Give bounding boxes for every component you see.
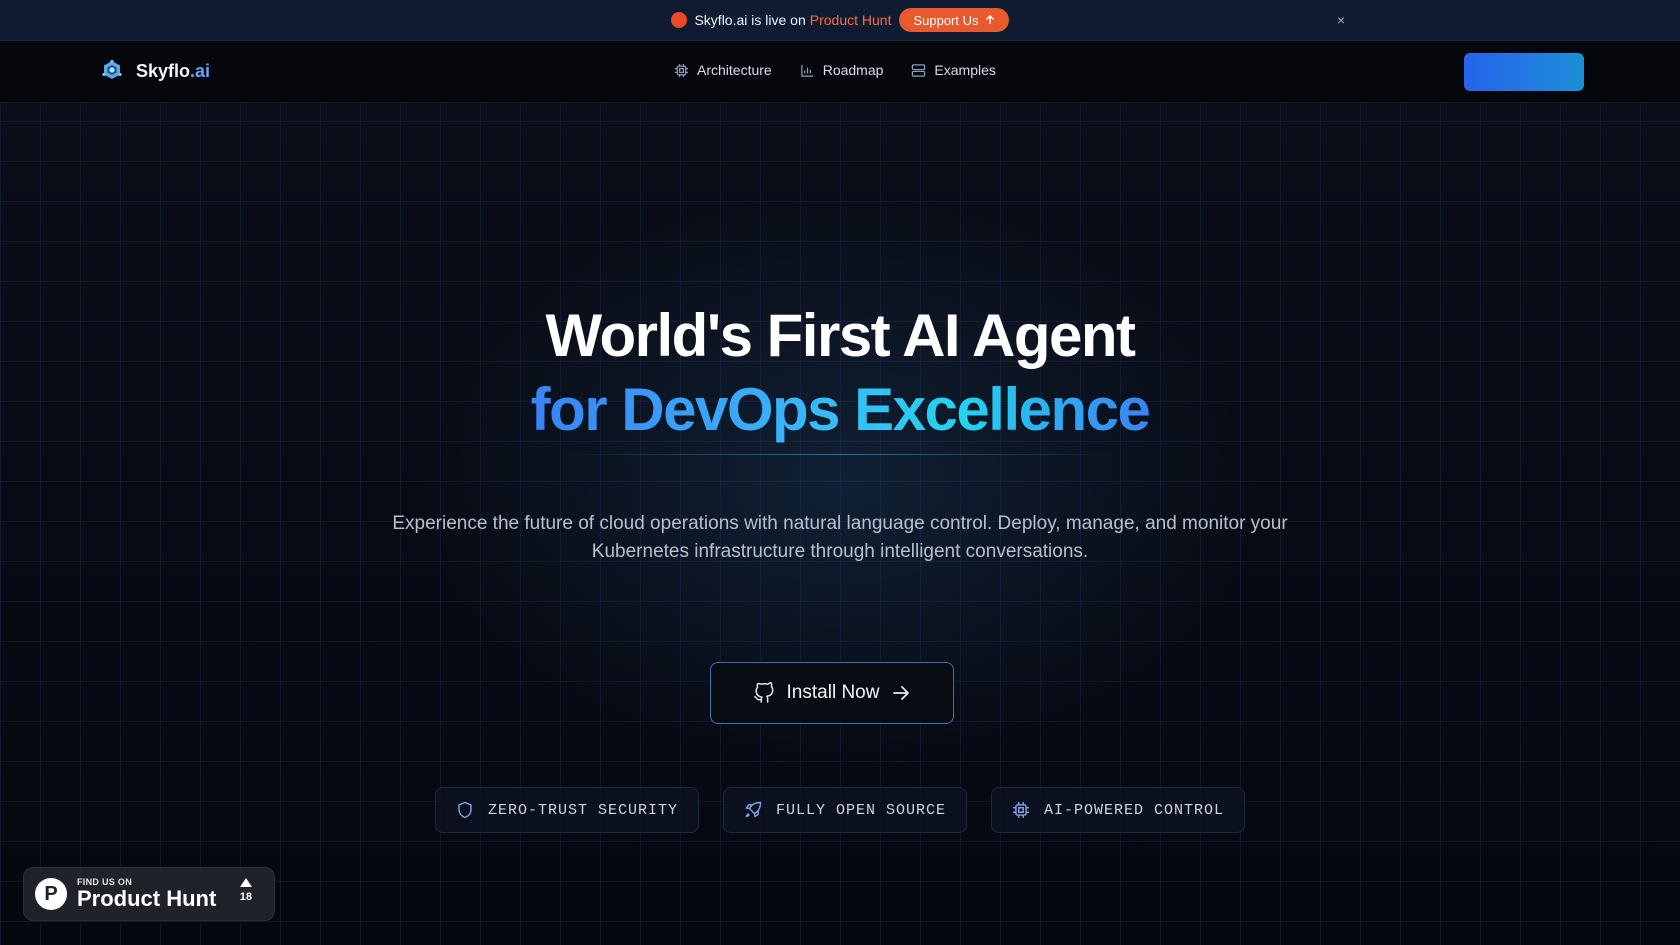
nav-link-label: Architecture [697,62,772,78]
hero-section: World's First AI Agent for DevOps Excell… [0,103,1680,945]
top-nav: Skyflo.ai Architecture Roadmap Examples [0,41,1680,103]
skyflo-logo-icon [102,59,122,79]
brand-name: Skyflo.ai [136,60,211,81]
close-announcement-icon[interactable]: × [1332,11,1350,29]
nav-link-architecture[interactable]: Architecture [674,62,772,78]
brand-logo[interactable]: Skyflo.ai [100,59,210,83]
upvote-triangle-icon [239,878,252,887]
support-us-button[interactable]: Support Us [899,8,1009,32]
github-icon [753,682,773,703]
shield-icon [458,801,472,819]
feature-label: AI-POWERED CONTROL [1044,801,1225,819]
announcement-bar: Skyflo.ai is live on Product Hunt Suppor… [0,0,1680,41]
server-icon [912,63,926,77]
nav-cta-button[interactable] [1464,53,1584,91]
hero-title-line1: World's First AI Agent [545,302,1136,369]
product-hunt-text: FIND US ON Product Hunt [77,877,216,911]
install-now-label: Install Now [786,682,880,703]
announcement-text: Skyflo.ai is live on [694,12,806,28]
cpu-icon [674,63,689,77]
page: Skyflo.ai is live on Product Hunt Suppor… [0,0,1680,945]
nav-link-roadmap[interactable]: Roadmap [800,62,884,78]
rocket-icon [745,801,762,818]
announcement-product-hunt-link[interactable]: Product Hunt [810,12,892,28]
bar-chart-icon [800,64,813,77]
support-us-label: Support Us [913,12,979,28]
nav-link-label: Roadmap [822,62,884,78]
feature-label: FULLY OPEN SOURCE [775,801,947,819]
install-now-button[interactable]: Install Now [710,662,954,724]
nav-link-label: Examples [934,62,996,78]
hero-subtitle: Experience the future of cloud operation… [392,513,1288,562]
hero-divider [560,454,1120,455]
nav-link-examples[interactable]: Examples [911,62,996,78]
product-hunt-badge[interactable]: P FIND US ON Product Hunt 18 [23,867,275,921]
feature-pill-open-source: FULLY OPEN SOURCE [722,787,968,833]
product-hunt-votes: 18 [240,878,252,903]
product-hunt-big-text: Product Hunt [77,886,217,911]
feature-pills: ZERO-TRUST SECURITY FULLY OPEN SOURCE AI… [0,787,1680,833]
feature-pill-ai-control: AI-POWERED CONTROL [991,787,1246,833]
vote-count: 18 [239,891,252,903]
arrow-right-icon [893,686,910,700]
nav-links: Architecture Roadmap Examples [674,62,996,78]
arrow-up-icon [985,15,994,24]
hero-title-line2: for DevOps Excellence [530,376,1151,443]
feature-label: ZERO-TRUST SECURITY [487,801,678,819]
cpu-icon [1013,802,1029,818]
product-hunt-logo-icon: P [35,878,67,910]
product-hunt-dot-icon [671,12,688,28]
feature-pill-security: ZERO-TRUST SECURITY [434,787,699,833]
